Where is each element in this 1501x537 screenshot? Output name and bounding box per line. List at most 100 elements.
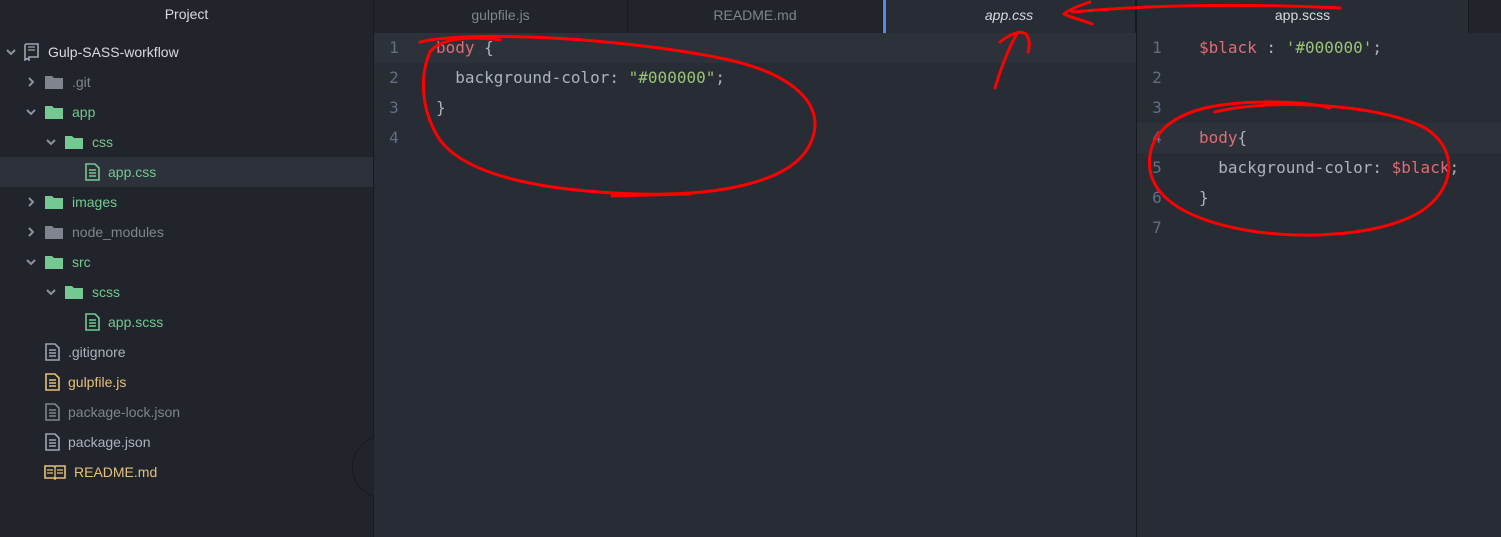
code-line[interactable]: 5 background-color: $black; [1137, 153, 1501, 183]
line-number: 2 [1152, 68, 1162, 87]
tree-item-label: README.md [74, 464, 158, 480]
code-line[interactable]: 7 [1137, 213, 1501, 243]
line-number: 2 [389, 68, 399, 87]
file-icon [44, 373, 60, 391]
folder-icon [44, 254, 64, 270]
tab-label: gulpfile.js [471, 7, 530, 23]
tree-file[interactable]: app.css [0, 157, 373, 187]
tab-readme-md[interactable]: README.md [628, 0, 883, 33]
file-icon [44, 433, 60, 451]
line-number: 1 [389, 38, 399, 57]
code-line[interactable]: 3 [1137, 93, 1501, 123]
chevron-right-icon[interactable] [26, 226, 36, 238]
code-line[interactable]: 3} [374, 93, 1136, 123]
right-editor[interactable]: 1 $black : '#000000'; 2 3 4 body{5 background… [1137, 33, 1501, 537]
code-token: $black [1391, 158, 1450, 177]
code-token: $black [1199, 38, 1257, 57]
tree-file[interactable]: .gitignore [0, 337, 373, 367]
tree-folder[interactable]: scss [0, 277, 373, 307]
tree-folder[interactable]: .git [0, 67, 373, 97]
active-tab-indicator [883, 0, 886, 33]
tree-item-label: images [72, 194, 118, 210]
tree-file[interactable]: package-lock.json [0, 397, 373, 427]
chevron-right-icon[interactable] [26, 196, 36, 208]
tree-item-label: package-lock.json [68, 404, 181, 420]
chevron-down-icon[interactable] [46, 286, 56, 298]
tree-folder[interactable]: Gulp-SASS-workflow [0, 37, 373, 67]
chevron-down-icon[interactable] [26, 106, 36, 118]
code-line[interactable]: 2 [1137, 63, 1501, 93]
tree-item-label: scss [92, 284, 120, 300]
code-line[interactable]: 1 $black : '#000000'; [1137, 33, 1501, 63]
code-line[interactable]: 6} [1137, 183, 1501, 213]
code-text: background-color: "#000000"; [436, 63, 725, 93]
folder-icon [44, 224, 64, 240]
code-token: ; [1372, 38, 1383, 57]
line-number: 3 [389, 98, 399, 117]
code-token: ; [715, 68, 725, 87]
tree-item-label: package.json [68, 434, 151, 450]
folder-icon [44, 194, 64, 210]
editor-window: Project Gulp-SASS-workflow .git app css app.… [0, 0, 1501, 537]
code-token: '#000000' [1285, 38, 1373, 57]
line-number: 5 [1152, 158, 1162, 177]
folder-icon [44, 74, 64, 90]
tab-app-css[interactable]: app.css [883, 0, 1136, 33]
tab-gulpfile-js[interactable]: gulpfile.js [374, 0, 628, 33]
code-token: ; [1449, 158, 1460, 177]
tree-folder[interactable]: app [0, 97, 373, 127]
file-icon [84, 313, 100, 331]
code-token: { [474, 38, 494, 57]
tree-folder[interactable]: node_modules [0, 217, 373, 247]
tree-folder[interactable]: css [0, 127, 373, 157]
tree-folder[interactable]: images [0, 187, 373, 217]
tree-file[interactable]: gulpfile.js [0, 367, 373, 397]
code-token: background-color: [1199, 158, 1392, 177]
left-pane-tab-bar: gulpfile.js README.md app.css [374, 0, 1136, 33]
chevron-down-icon[interactable] [26, 256, 36, 268]
line-number: 4 [1152, 128, 1162, 147]
book-icon [44, 464, 66, 480]
code-text: body{ [1199, 123, 1247, 153]
code-token: } [1199, 188, 1209, 207]
file-icon [84, 163, 100, 181]
tree-item-label: gulpfile.js [68, 374, 127, 390]
code-token: : [1256, 38, 1286, 57]
code-text: body { [436, 33, 494, 63]
chevron-down-icon[interactable] [46, 136, 56, 148]
code-token: "#000000" [628, 68, 716, 87]
tree-item-label: src [72, 254, 91, 270]
tab-app-scss[interactable]: app.scss [1137, 0, 1469, 33]
tree-item-label: .git [72, 74, 91, 90]
tree-item-label: node_modules [72, 224, 164, 240]
folder-icon [64, 134, 84, 150]
tree-item-label: css [92, 134, 113, 150]
code-text: } [1199, 183, 1209, 213]
tree-file[interactable]: package.json [0, 427, 373, 457]
line-number: 4 [389, 128, 399, 147]
code-token: { [1237, 128, 1248, 147]
code-line[interactable]: 2 background-color: "#000000"; [374, 63, 1136, 93]
code-token: body [436, 38, 475, 57]
tab-label: app.scss [1274, 7, 1331, 23]
tree-item-label: Gulp-SASS-workflow [48, 44, 179, 60]
left-editor[interactable]: 1 body {2 background-color: "#000000"; 3} 4 [374, 33, 1136, 537]
tree-item-label: app.scss [108, 314, 164, 330]
code-token: body [1199, 128, 1238, 147]
pane-divider[interactable] [1136, 0, 1137, 537]
sidebar-title: Project [0, 0, 373, 28]
tree-item-label: .gitignore [68, 344, 126, 360]
code-line[interactable]: 4 [374, 123, 1136, 153]
tree-file[interactable]: README.md [0, 457, 373, 487]
tree-item-label: app.css [108, 164, 157, 180]
code-text: } [436, 93, 446, 123]
code-token: } [436, 98, 446, 117]
code-line[interactable]: 4 body{ [1137, 123, 1501, 153]
tree-file[interactable]: app.scss [0, 307, 373, 337]
code-line[interactable]: 1 body { [374, 33, 1136, 63]
tree-folder[interactable]: src [0, 247, 373, 277]
chevron-down-icon[interactable] [6, 46, 16, 58]
tab-label: README.md [713, 7, 797, 23]
code-token: background-color: [436, 68, 629, 87]
chevron-right-icon[interactable] [26, 76, 36, 88]
